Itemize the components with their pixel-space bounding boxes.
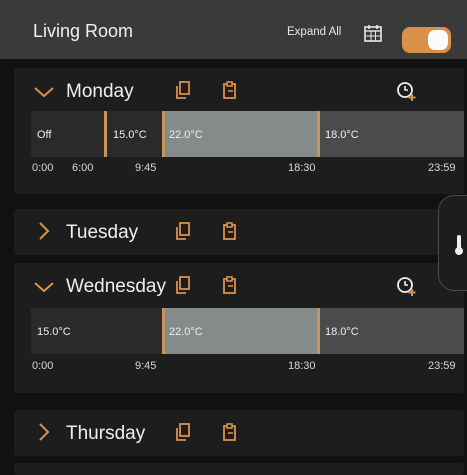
chevron-right-icon[interactable] <box>32 423 56 441</box>
room-title: Living Room <box>33 21 134 41</box>
day-panel-next <box>14 463 464 475</box>
paste-icon[interactable] <box>221 221 237 241</box>
segment-label: 15.0°C <box>113 129 147 141</box>
time-label: 0:00 <box>32 360 54 372</box>
schedule-bar-monday[interactable]: Off 15.0°C 22.0°C 18.0°C <box>31 111 464 157</box>
segment-label: Off <box>37 129 52 141</box>
time-label: 0:00 <box>32 162 54 174</box>
day-header-tuesday[interactable]: Tuesday <box>14 209 464 253</box>
add-time-icon[interactable] <box>395 275 417 297</box>
day-header-thursday[interactable]: Thursday <box>14 410 464 454</box>
time-label: 9:45 <box>135 360 157 372</box>
time-label: 18:30 <box>288 360 316 372</box>
copy-icon[interactable] <box>175 80 191 100</box>
segment-divider[interactable] <box>162 111 165 157</box>
day-header-monday[interactable]: Monday <box>14 68 464 112</box>
thermometer-icon <box>455 235 463 255</box>
segment-label: 18.0°C <box>325 129 359 141</box>
day-panel-monday: Monday Off 15.0°C 22.0°C 18.0°C 0:00 6:0… <box>14 68 464 194</box>
time-label: 9:45 <box>135 162 157 174</box>
time-label: 6:00 <box>72 162 94 174</box>
segment-label: 15.0°C <box>37 326 71 338</box>
temperature-side-tab[interactable] <box>438 195 467 291</box>
copy-icon[interactable] <box>175 275 191 295</box>
paste-icon[interactable] <box>221 275 237 295</box>
day-name-wednesday: Wednesday <box>66 276 166 297</box>
toggle-knob <box>428 30 448 50</box>
segment-divider[interactable] <box>317 111 320 157</box>
time-label: 23:59 <box>428 360 456 372</box>
day-name-tuesday: Tuesday <box>66 222 139 243</box>
day-name-monday: Monday <box>66 81 134 102</box>
time-label: 18:30 <box>288 162 316 174</box>
day-panel-thursday: Thursday <box>14 410 464 456</box>
paste-icon[interactable] <box>221 80 237 100</box>
day-header-wednesday[interactable]: Wednesday <box>14 263 464 307</box>
segment-label: 22.0°C <box>169 129 203 141</box>
schedule-toggle[interactable] <box>402 27 451 53</box>
segment-divider[interactable] <box>317 308 320 354</box>
chevron-right-icon[interactable] <box>32 222 56 240</box>
segment-divider[interactable] <box>162 308 165 354</box>
copy-icon[interactable] <box>175 422 191 442</box>
header-bar: Living Room Expand All <box>0 0 467 59</box>
time-label: 23:59 <box>428 162 456 174</box>
calendar-icon[interactable] <box>363 23 383 43</box>
copy-icon[interactable] <box>175 221 191 241</box>
segment-divider[interactable] <box>104 111 107 157</box>
segment-label: 18.0°C <box>325 326 359 338</box>
chevron-down-icon[interactable] <box>32 277 56 295</box>
expand-all-button[interactable]: Expand All <box>287 26 341 38</box>
schedule-bar-wednesday[interactable]: 15.0°C 22.0°C 18.0°C <box>31 308 464 354</box>
day-panel-tuesday: Tuesday <box>14 209 464 255</box>
add-time-icon[interactable] <box>395 80 417 102</box>
day-name-thursday: Thursday <box>66 423 146 444</box>
segment-label: 22.0°C <box>169 326 203 338</box>
paste-icon[interactable] <box>221 422 237 442</box>
chevron-down-icon[interactable] <box>32 82 56 100</box>
day-panel-wednesday: Wednesday 15.0°C 22.0°C 18.0°C 0:00 9:45… <box>14 263 464 393</box>
